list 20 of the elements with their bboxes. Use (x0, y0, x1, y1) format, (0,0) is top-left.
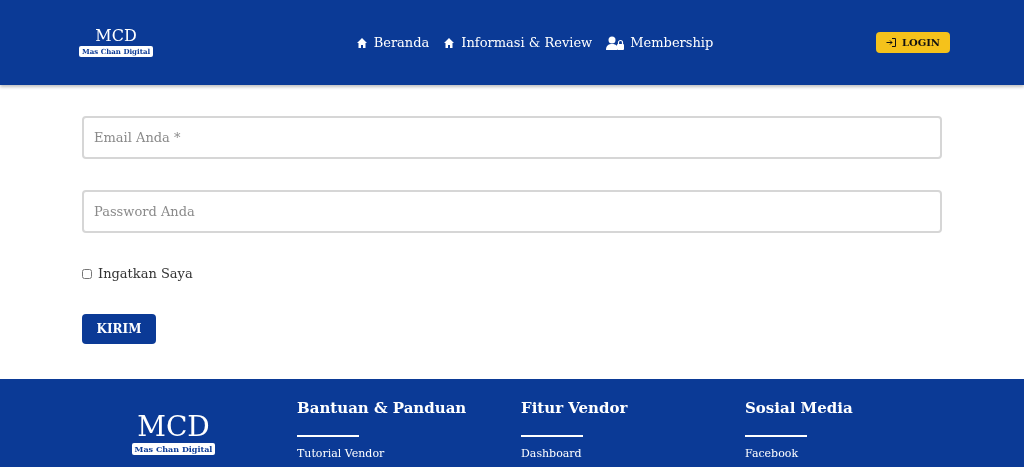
home-icon (443, 36, 456, 49)
footer-heading: Bantuan & Panduan (297, 399, 467, 417)
remember-checkbox[interactable] (82, 268, 92, 279)
user-lock-icon (606, 35, 625, 50)
footer-heading: Fitur Vendor (521, 399, 628, 417)
password-field[interactable]: Password Anda (82, 190, 942, 233)
remember-label: Ingatkan Saya (98, 266, 193, 281)
nav-link[interactable]: Membership (606, 35, 714, 50)
login-button[interactable]: LOGIN (875, 32, 950, 53)
sign-in-icon (885, 38, 896, 47)
submit-button[interactable]: KIRIM (82, 314, 156, 344)
footer-link[interactable]: Dashboard (521, 447, 582, 460)
email-field[interactable]: Email Anda * (82, 116, 942, 159)
footer-heading: Sosial Media (745, 399, 853, 417)
nav-link[interactable]: Beranda (355, 35, 430, 50)
nav-link[interactable]: Informasi & Review (443, 35, 593, 50)
home-icon (355, 36, 368, 49)
footer-logo: MCD Mas Chan Digital (131, 413, 216, 467)
footer-link[interactable]: Tutorial Vendor (297, 447, 385, 460)
footer-link[interactable]: Facebook (745, 447, 799, 460)
